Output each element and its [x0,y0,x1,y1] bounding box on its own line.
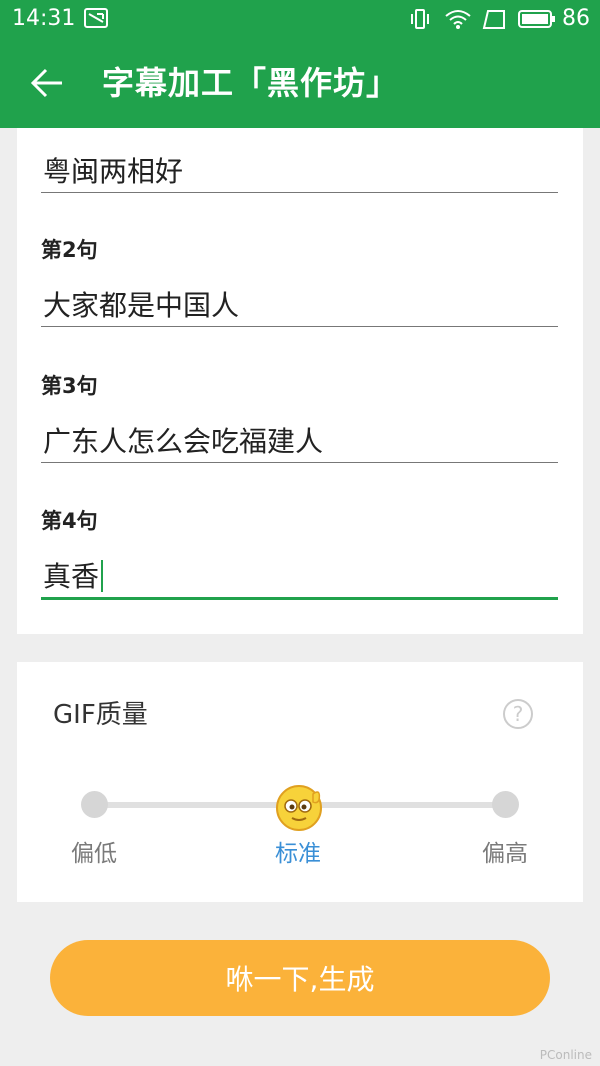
help-icon[interactable]: ? [502,698,534,730]
battery-level: 86 [562,6,590,31]
input-underline-focused [41,597,558,600]
gif-quality-card: GIF质量 ? 偏低 标准 偏高 [17,662,583,902]
page-title: 字幕加工「黑作坊」 [102,64,400,102]
quality-stop-high[interactable] [492,791,519,818]
wifi-icon [444,8,472,36]
quality-option-standard[interactable]: 标准 [275,834,321,868]
watermark-logo: PConline [539,1048,592,1062]
subtitle-input-3[interactable]: 广东人怎么会吃福建人 [43,420,323,460]
subtitle-input-1[interactable]: 粤闽两相好 [43,150,183,190]
subtitle-input-2[interactable]: 大家都是中国人 [43,284,239,324]
tablet-icon [482,8,506,36]
text-cursor [101,560,104,592]
subtitle-line-1[interactable]: 粤闽两相好 [41,150,558,194]
status-bar: 14:31 86 [0,0,600,38]
slider-thumb-emoji-icon[interactable] [273,780,325,832]
quality-title: GIF质量 [53,700,148,730]
field-label-4: 第4句 [41,509,98,533]
back-arrow-icon[interactable] [26,62,68,104]
app-bar: 字幕加工「黑作坊」 [0,38,600,128]
status-time: 14:31 [12,6,76,31]
quality-stop-low[interactable] [81,791,108,818]
svg-text:?: ? [513,702,524,726]
vibrate-icon [410,8,430,36]
field-label-2: 第2句 [41,238,98,262]
battery-icon [518,8,556,36]
subtitle-input-4[interactable]: 真香 [43,555,104,595]
subtitle-line-3: 第3句 广东人怎么会吃福建人 [41,370,558,464]
input-underline [41,462,558,463]
subtitle-line-4: 第4句 真香 [41,505,558,601]
subtitle-line-2: 第2句 大家都是中国人 [41,234,558,328]
input-underline [41,192,558,193]
field-label-3: 第3句 [41,374,98,398]
subtitle-fields-card: 粤闽两相好 第2句 大家都是中国人 第3句 广东人怎么会吃福建人 第4句 真香 [17,128,583,634]
quality-option-low[interactable]: 偏低 [71,834,117,868]
generate-button[interactable]: 咻一下,生成 [50,940,550,1016]
subtitle-input-4-text: 真香 [43,560,100,593]
generate-button-label: 咻一下,生成 [225,963,375,996]
notification-icon [84,8,108,34]
quality-option-high[interactable]: 偏高 [482,834,528,868]
input-underline [41,326,558,327]
